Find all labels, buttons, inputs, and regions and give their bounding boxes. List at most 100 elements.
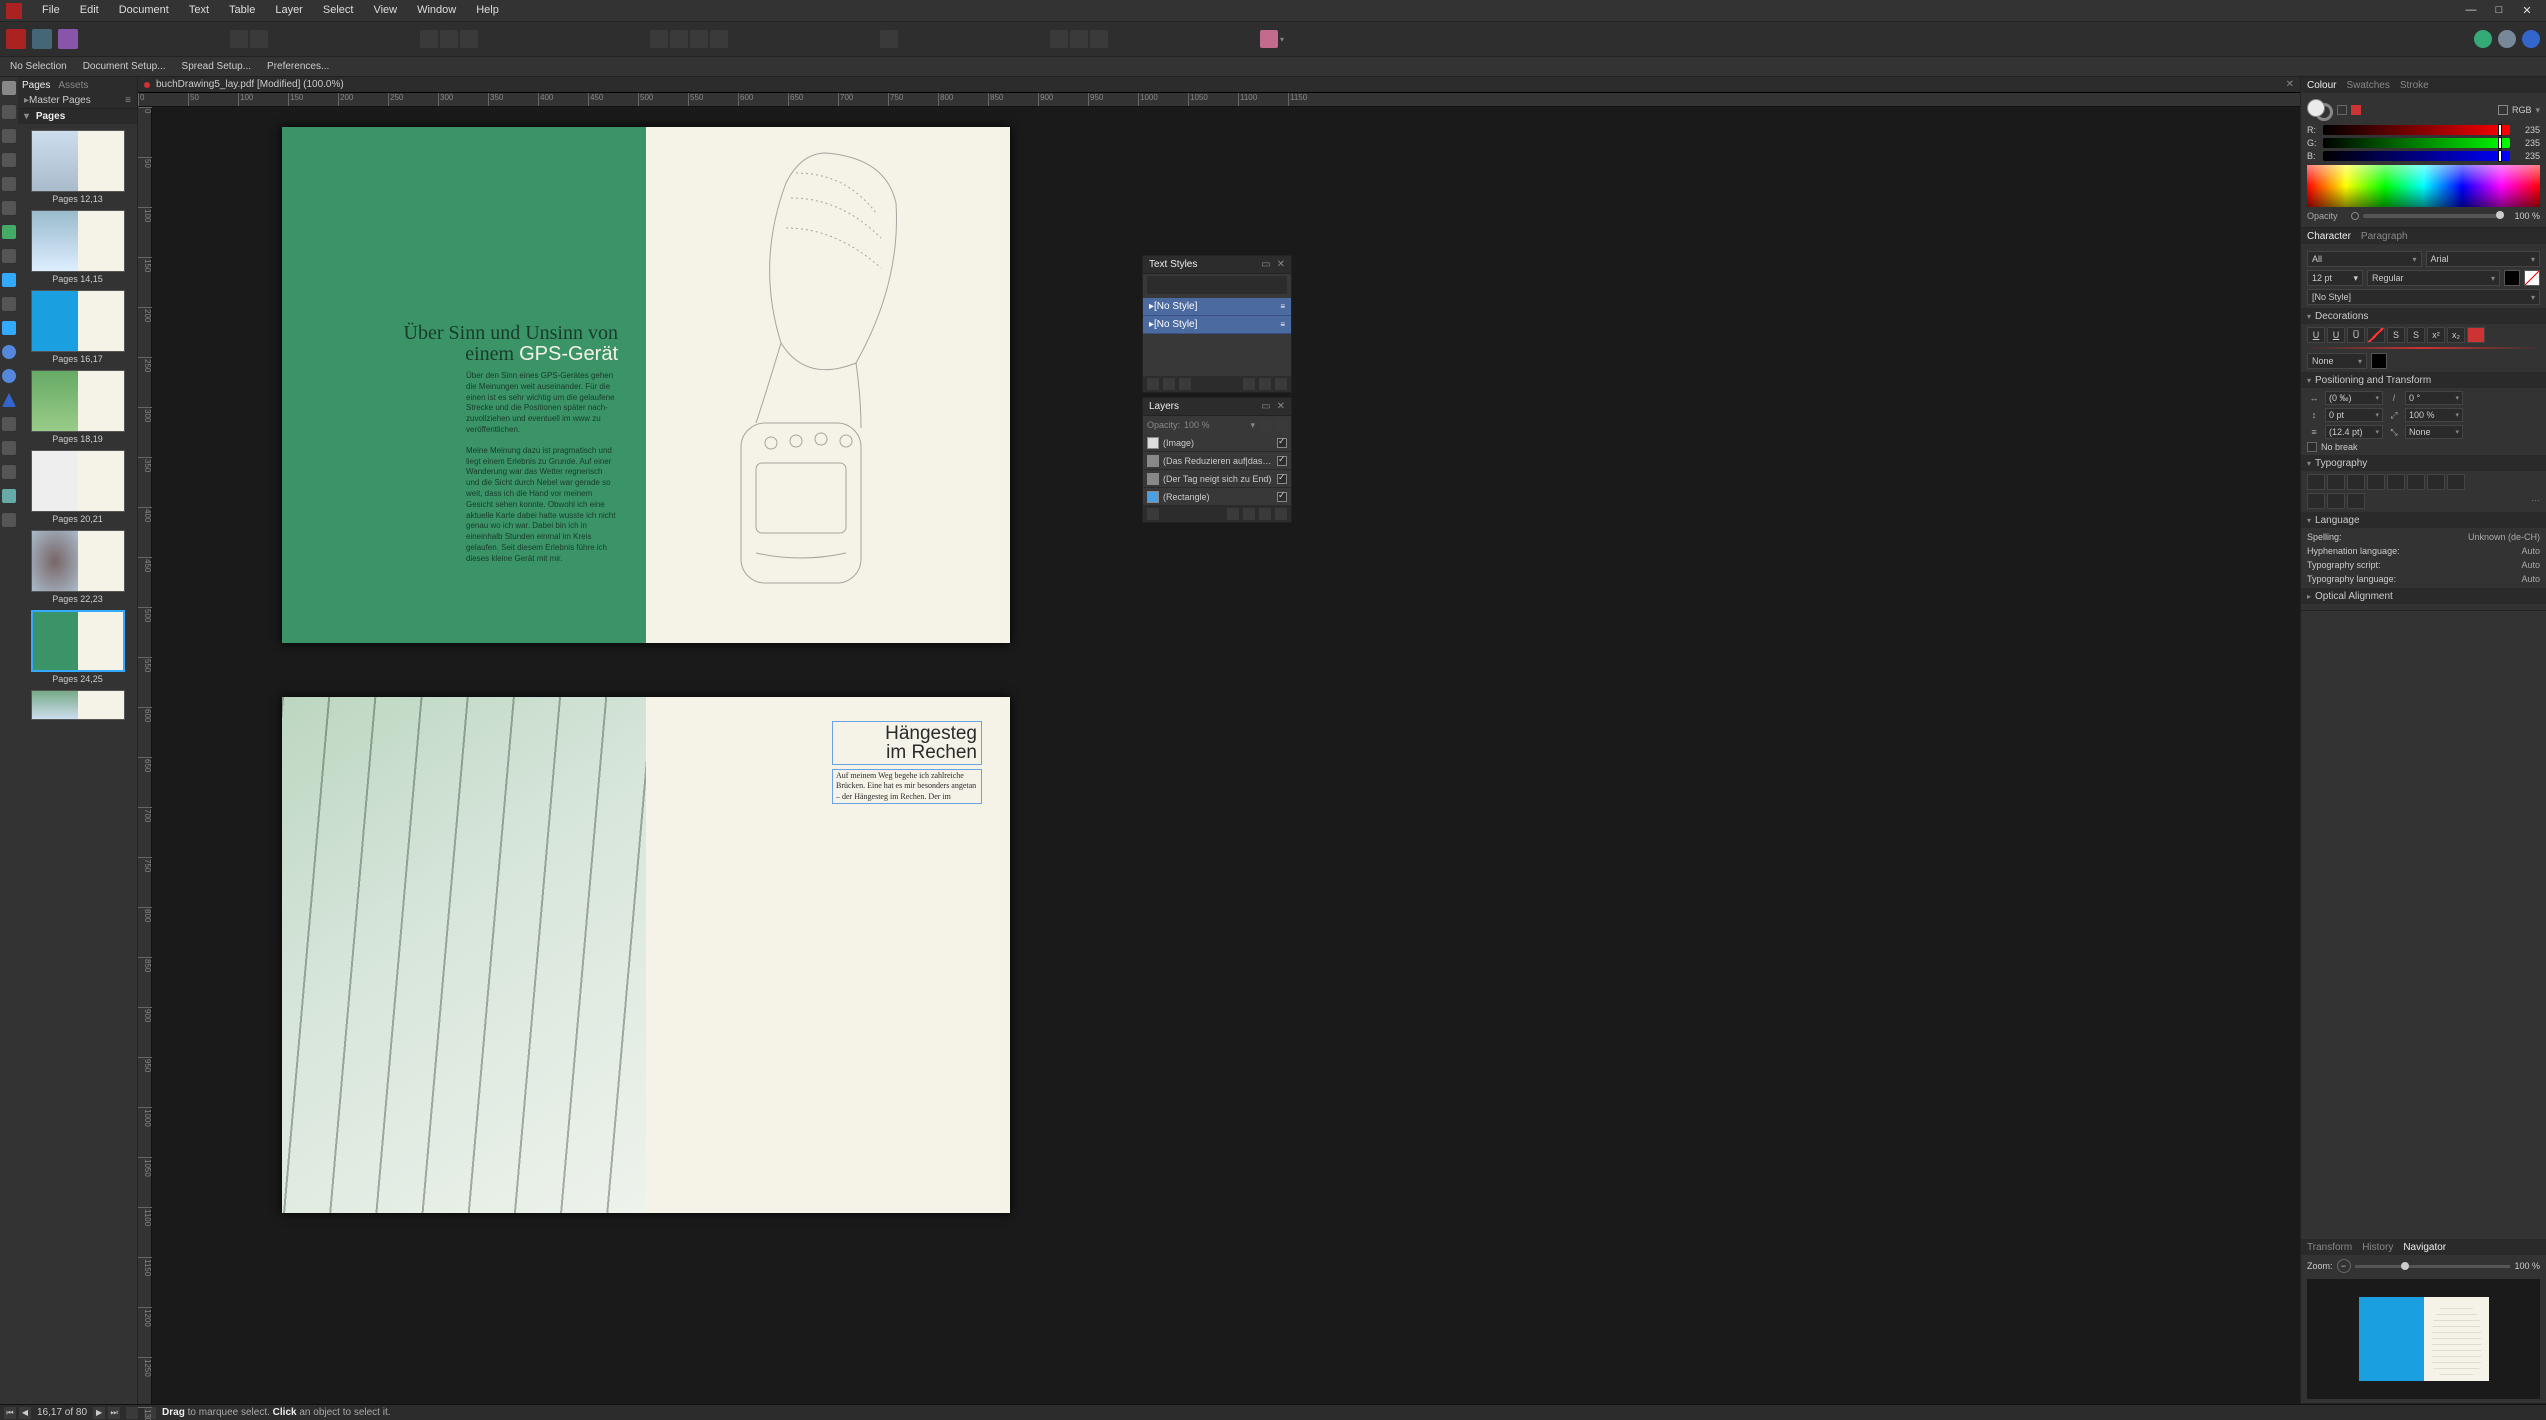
body-text-gps[interactable]: Über den Sinn eines GPS-Gerätes gehen di… xyxy=(466,371,618,575)
nobreak-checkbox[interactable] xyxy=(2307,442,2317,452)
ctx-preferences[interactable]: Preferences... xyxy=(267,61,329,72)
page-thumb-18-19[interactable]: Pages 18,19 xyxy=(22,370,133,444)
panel-close-icon[interactable]: ✕ xyxy=(1277,259,1285,270)
ctx-spread-setup[interactable]: Spread Setup... xyxy=(182,61,252,72)
strikethrough-btn[interactable]: S xyxy=(2387,327,2405,343)
double-strike-btn[interactable]: S xyxy=(2407,327,2425,343)
textstyle-reset-icon[interactable] xyxy=(1243,378,1255,390)
rectangle-tool-icon[interactable] xyxy=(2,321,16,335)
colour-mode-icon[interactable] xyxy=(2498,105,2508,115)
status-icon[interactable] xyxy=(126,1407,138,1419)
layer-row[interactable]: (Das Reduzieren auf|das We) xyxy=(1143,452,1291,470)
subscript-btn[interactable]: x₂ xyxy=(2447,327,2465,343)
toolbar-button[interactable] xyxy=(1070,30,1088,48)
typography-header[interactable]: Typography xyxy=(2315,458,2367,469)
underline-btn[interactable]: U xyxy=(2307,327,2325,343)
fill-well-icon[interactable] xyxy=(2307,99,2325,117)
tab-stroke[interactable]: Stroke xyxy=(2400,80,2429,91)
zoom-out-icon[interactable]: − xyxy=(2337,1259,2351,1273)
headline-haengesteg[interactable]: Hängestegim Rechen xyxy=(832,721,982,765)
pencil-tool-icon[interactable] xyxy=(2,177,16,191)
deco-colour-well[interactable] xyxy=(2371,353,2387,369)
menu-table[interactable]: Table xyxy=(219,0,265,21)
zoom-tool-icon[interactable] xyxy=(2,513,16,527)
tab-history[interactable]: History xyxy=(2362,1242,2393,1253)
typo-historical-btn[interactable] xyxy=(2367,474,2385,490)
page-thumb-16-17[interactable]: Pages 16,17 xyxy=(22,290,133,364)
pen-tool-icon[interactable] xyxy=(2,153,16,167)
highlight-btn[interactable] xyxy=(2467,327,2485,343)
window-maximize-icon[interactable]: □ xyxy=(2492,4,2506,17)
toolbar-button[interactable] xyxy=(1090,30,1108,48)
master-pages-header[interactable]: Master Pages xyxy=(29,95,91,106)
tab-paragraph[interactable]: Paragraph xyxy=(2361,231,2408,242)
page-26[interactable] xyxy=(282,697,646,1213)
toolbar-button[interactable] xyxy=(440,30,458,48)
vector-crop-tool-icon[interactable] xyxy=(2,465,16,479)
body-text-haengesteg[interactable]: Auf meinem Weg begehe ich zahlreiche Brü… xyxy=(832,769,982,804)
document-tab[interactable]: buchDrawing5_lay.pdf [Modified] (100.0%)… xyxy=(138,77,2300,93)
font-weight-select[interactable]: Regular▾ xyxy=(2367,270,2500,286)
font-collection-select[interactable]: All▾ xyxy=(2307,251,2422,267)
tab-colour[interactable]: Colour xyxy=(2307,80,2336,91)
page-thumb-14-15[interactable]: Pages 14,15 xyxy=(22,210,133,284)
frame-ellipse-tool-icon[interactable] xyxy=(2,297,16,311)
typo-ordinals-btn[interactable] xyxy=(2307,493,2325,509)
frame-text-tool-icon[interactable] xyxy=(2,441,16,455)
view-tool-icon[interactable] xyxy=(2,489,16,503)
spelling-value[interactable]: Unknown (de-CH) xyxy=(2468,532,2540,542)
typo-fractions-btn[interactable] xyxy=(2327,493,2345,509)
menu-select[interactable]: Select xyxy=(313,0,364,21)
textstyle-group-icon[interactable] xyxy=(1179,378,1191,390)
superscript-btn[interactable]: x² xyxy=(2427,327,2445,343)
persona-designer-icon[interactable] xyxy=(32,29,52,49)
toolbar-button[interactable] xyxy=(1260,30,1278,48)
hyphenation-value[interactable]: Auto xyxy=(2521,546,2540,556)
tab-transform[interactable]: Transform xyxy=(2307,1242,2352,1253)
overline-btn[interactable]: U̅ xyxy=(2347,327,2365,343)
page-24[interactable]: Über Sinn und Unsinn voneinem GPS-Gerät … xyxy=(282,127,646,643)
window-close-icon[interactable]: ✕ xyxy=(2520,4,2534,17)
layer-row[interactable]: (Rectangle) xyxy=(1143,488,1291,506)
menu-view[interactable]: View xyxy=(363,0,407,21)
typo-smallcaps-btn[interactable] xyxy=(2407,474,2425,490)
frame-rect-tool-icon[interactable] xyxy=(2,273,16,287)
table-tool-icon[interactable] xyxy=(2,249,16,263)
font-colour-well[interactable] xyxy=(2504,270,2520,286)
page-indicator[interactable]: 16,17 of 80 xyxy=(37,1407,87,1418)
leading-input[interactable]: (12.4 pt)▾ xyxy=(2325,425,2383,439)
account-icon[interactable] xyxy=(2474,30,2492,48)
colour-mode-label[interactable]: RGB xyxy=(2512,105,2532,115)
tracking-input[interactable]: (0 ‰)▾ xyxy=(2325,391,2383,405)
toolbar-button[interactable] xyxy=(710,30,728,48)
toolbar-button[interactable] xyxy=(650,30,668,48)
layer-fx-icon[interactable] xyxy=(1243,508,1255,520)
page-thumb-26-27[interactable] xyxy=(22,690,133,720)
typo-allcaps-btn[interactable] xyxy=(2427,474,2445,490)
layer-row[interactable]: (Image) xyxy=(1143,434,1291,452)
tab-assets[interactable]: Assets xyxy=(58,80,88,91)
textstyle-char-icon[interactable] xyxy=(1163,378,1175,390)
toolbar-button[interactable] xyxy=(1050,30,1068,48)
ctx-document-setup[interactable]: Document Setup... xyxy=(83,61,166,72)
prev-page-icon[interactable]: ◀ xyxy=(19,1407,31,1419)
navigator-thumbnail[interactable] xyxy=(2307,1279,2540,1399)
textstyle-para-icon[interactable] xyxy=(1147,378,1159,390)
textstyle-delete-icon[interactable] xyxy=(1275,378,1287,390)
opacity-value[interactable]: 100 % xyxy=(2508,211,2540,221)
zoom-value[interactable]: 100 % xyxy=(2514,1261,2540,1271)
decorations-header[interactable]: Decorations xyxy=(2315,311,2368,322)
viewport[interactable]: Über Sinn und Unsinn voneinem GPS-Gerät … xyxy=(152,107,2300,1404)
toolbar-button[interactable] xyxy=(880,30,898,48)
optical-alignment-header[interactable]: Optical Alignment xyxy=(2315,591,2393,602)
triangle-tool-icon[interactable] xyxy=(2,393,16,407)
hscale-input[interactable]: 100 %▾ xyxy=(2405,408,2463,422)
ruler-vertical[interactable]: 0501001502002503003504004505005506006507… xyxy=(138,107,152,1404)
text-styles-search[interactable] xyxy=(1147,276,1287,294)
menu-help[interactable]: Help xyxy=(466,0,509,21)
double-underline-btn[interactable]: U xyxy=(2327,327,2345,343)
layers-lock-icon[interactable] xyxy=(1275,419,1287,431)
typo-standard-lig-btn[interactable] xyxy=(2307,474,2325,490)
font-size-input[interactable]: 12 pt▾ xyxy=(2307,270,2363,286)
next-page-icon[interactable]: ▶ xyxy=(93,1407,105,1419)
